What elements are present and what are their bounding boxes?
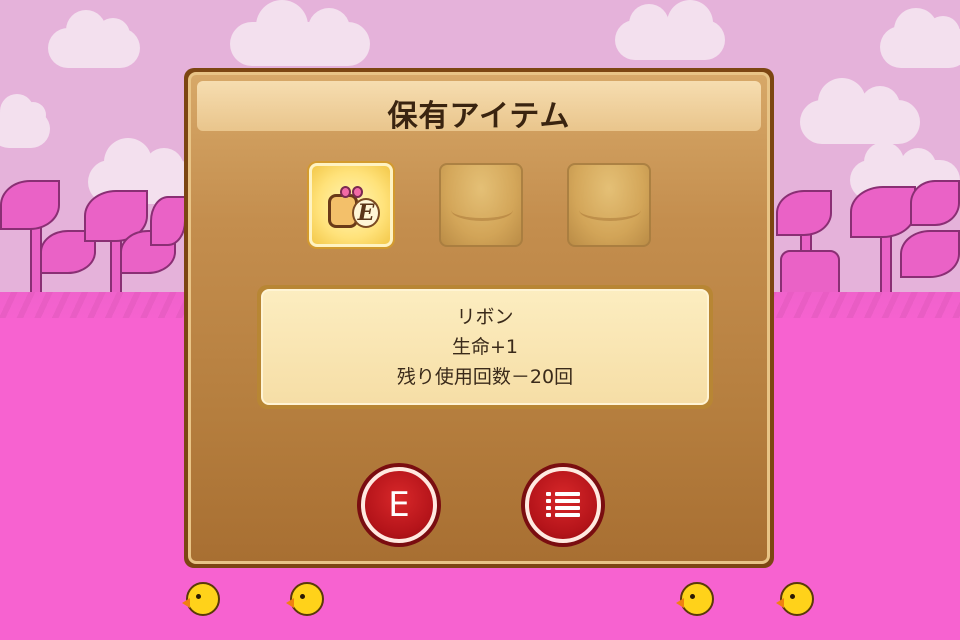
item-effect: 生命+1 [451,336,518,358]
cloud [800,78,920,144]
items-dialog: 保有アイテム E リボン 生命+1 残り使用回数－20回 E [184,68,774,568]
cloud [48,10,140,68]
ribbon-icon: E [322,180,380,234]
plant-leaf [910,180,960,226]
plant-leaf [0,180,60,230]
plant-leaf [900,230,960,278]
chick-icon [286,582,324,616]
equipped-badge: E [352,198,380,228]
plant-leaf [776,190,832,236]
empty-slot-icon [579,199,641,221]
equip-button[interactable]: E [357,463,441,547]
item-slot-1[interactable]: E [309,163,393,247]
cloud [615,0,725,60]
empty-slot-icon [451,199,513,221]
list-icon [546,492,580,518]
item-list-button[interactable] [521,463,605,547]
plant-leaf [150,196,186,246]
item-slot-3[interactable] [567,163,651,247]
cloud [0,94,50,148]
chick-icon [676,582,714,616]
item-info-box: リボン 生命+1 残り使用回数－20回 [257,285,713,409]
chick-icon [776,582,814,616]
item-slot-2[interactable] [439,163,523,247]
dialog-title: 保有アイテム [387,99,571,134]
plant-leaf [850,186,916,238]
cloud [230,0,370,66]
item-name: リボン [456,306,514,328]
equip-button-label: E [388,485,410,525]
title-band: 保有アイテム [197,81,761,134]
item-info-panel: リボン 生命+1 残り使用回数－20回 [261,289,709,405]
dialog-panel: 保有アイテム E リボン 生命+1 残り使用回数－20回 E [188,72,770,564]
chick-icon [182,582,220,616]
item-remaining-uses: 残り使用回数－20回 [396,366,574,388]
cloud [880,8,960,68]
